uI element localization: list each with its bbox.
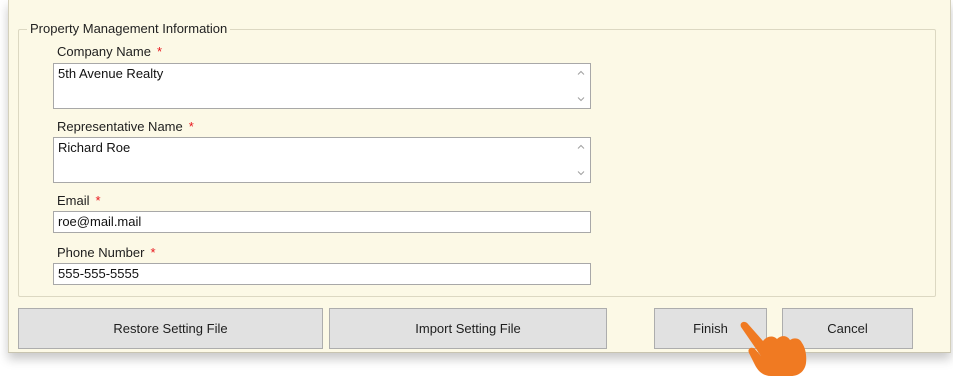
required-marker: *: [156, 44, 162, 59]
finish-label: Finish: [693, 321, 728, 336]
representative-name-label-text: Representative Name: [57, 119, 183, 134]
restore-setting-file-button[interactable]: Restore Setting File: [18, 308, 323, 349]
company-name-value: 5th Avenue Realty: [58, 66, 164, 81]
email-label-text: Email: [57, 193, 90, 208]
cancel-label: Cancel: [827, 321, 868, 336]
company-name-textarea[interactable]: 5th Avenue Realty: [53, 63, 591, 109]
scroll-down-icon[interactable]: [576, 94, 586, 104]
scroll-down-icon[interactable]: [576, 168, 586, 178]
representative-name-label: Representative Name *: [57, 119, 194, 134]
phone-number-label-text: Phone Number: [57, 245, 145, 260]
representative-name-value: Richard Roe: [58, 140, 131, 155]
import-setting-file-label: Import Setting File: [415, 321, 521, 336]
email-label: Email *: [57, 193, 101, 208]
phone-number-field[interactable]: 555-555-5555: [53, 263, 591, 285]
representative-name-scrollbar[interactable]: [573, 139, 589, 181]
required-marker: *: [95, 193, 101, 208]
representative-name-textarea[interactable]: Richard Roe: [53, 137, 591, 183]
group-title: Property Management Information: [27, 21, 231, 36]
pointing-hand-icon: [740, 321, 807, 376]
phone-number-label: Phone Number *: [57, 245, 156, 260]
required-marker: *: [150, 245, 156, 260]
scroll-up-icon[interactable]: [576, 68, 586, 78]
scroll-up-icon[interactable]: [576, 142, 586, 152]
import-setting-file-button[interactable]: Import Setting File: [329, 308, 607, 349]
email-field[interactable]: roe@mail.mail: [53, 211, 591, 233]
email-value: roe@mail.mail: [58, 214, 142, 229]
company-name-label-text: Company Name: [57, 44, 151, 59]
restore-setting-file-label: Restore Setting File: [113, 321, 228, 336]
company-name-scrollbar[interactable]: [573, 65, 589, 107]
company-name-label: Company Name *: [57, 44, 162, 59]
required-marker: *: [188, 119, 194, 134]
phone-number-value: 555-555-5555: [58, 266, 139, 281]
